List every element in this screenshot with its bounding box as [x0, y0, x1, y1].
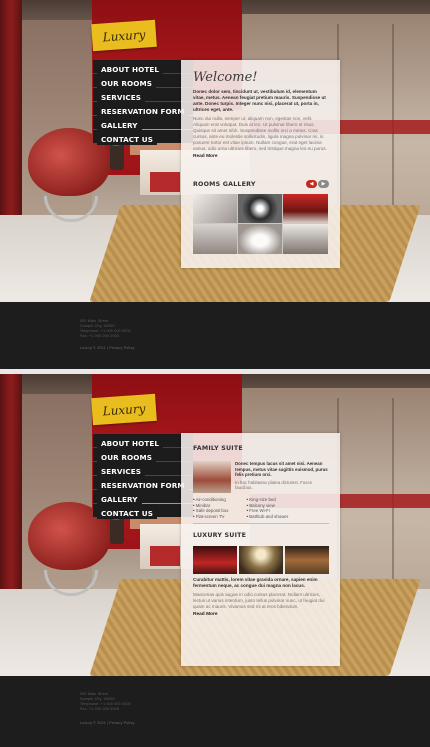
- logo-text: Luxury: [102, 27, 146, 44]
- luxury-suite-body: Maecenas quis augue in odio cursus place…: [193, 592, 325, 610]
- gallery-thumb[interactable]: [193, 224, 237, 254]
- welcome-body: Nunc dui nulla, semper ut, aliquam non, …: [193, 116, 327, 151]
- address-line: Fax: +1 000 000 0000: [80, 334, 120, 338]
- nav-item-about-hotel[interactable]: ABOUT HOTEL: [97, 436, 164, 449]
- rooms-gallery: [193, 194, 328, 254]
- main-nav: ABOUT HOTEL OUR ROOMS SERVICES RESERVATI…: [93, 60, 193, 145]
- home-page-preview: Luxury ABOUT HOTEL OUR ROOMS SERVICES RE…: [0, 0, 430, 369]
- amenities-list-left: Air-conditioning Minibar Safe deposit bo…: [193, 497, 229, 520]
- nav-item-gallery[interactable]: GALLERY: [97, 118, 142, 131]
- welcome-intro: Donec dolor sem, tincidunt ut, vestibulu…: [193, 89, 326, 112]
- nav-item-reservation-form[interactable]: RESERVATION FORM: [97, 104, 189, 117]
- family-suite-title: FAMILY SUITE: [193, 445, 243, 452]
- footer: 000 Main Street Sample City, 00000 Telep…: [0, 676, 430, 747]
- gallery-thumb[interactable]: [193, 194, 237, 223]
- gallery-next-arrow-icon[interactable]: ▶: [318, 180, 329, 188]
- nav-item-services[interactable]: SERVICES: [97, 464, 146, 477]
- footer-address: 000 Main Street Sample City, 00000 Telep…: [80, 692, 131, 712]
- copyright[interactable]: Luxury © 2011 | Privacy Policy: [80, 346, 134, 350]
- family-suite-more: In hac habitasse platea dictumst. Fusce …: [235, 479, 313, 491]
- read-more-link[interactable]: Read More: [193, 154, 329, 159]
- luxury-suite-intro: Curabitur mattis, lorem vitae gravida or…: [193, 577, 318, 589]
- gallery-thumb[interactable]: [283, 194, 328, 223]
- suite-photo[interactable]: [239, 546, 283, 575]
- rooms-page-preview: Luxury ABOUT HOTEL OUR ROOMS SERVICES RE…: [0, 374, 430, 747]
- gallery-thumb[interactable]: [238, 194, 282, 223]
- family-suite-image: [193, 461, 231, 493]
- nav-item-gallery[interactable]: GALLERY: [97, 492, 142, 505]
- logo[interactable]: Luxury: [91, 393, 157, 426]
- rooms-gallery-title: ROOMS GALLERY: [193, 180, 256, 188]
- rooms-card: FAMILY SUITE Donec tempus lacus sit amet…: [181, 433, 340, 666]
- suite-photo[interactable]: [285, 546, 329, 575]
- suite-photo[interactable]: [193, 546, 237, 575]
- list-item: Air-conditioning: [193, 497, 228, 503]
- read-more-link[interactable]: Read More: [193, 612, 329, 617]
- family-suite-intro: Donec tempus lacus sit amet nisi. Aenean…: [235, 461, 328, 477]
- amenities-list-right: King-size bed Balcony view Free Wi-Fi Ba…: [246, 497, 288, 519]
- luxury-suite-title: LUXURY SUITE: [193, 532, 247, 540]
- main-nav: ABOUT HOTEL OUR ROOMS SERVICES RESERVATI…: [93, 434, 193, 519]
- copyright[interactable]: Luxury © 2011 | Privacy Policy: [80, 721, 134, 725]
- footer-address: 000 Main Street Sample City, 00000 Telep…: [80, 319, 131, 339]
- list-item: Flat-screen TV: [193, 514, 228, 520]
- nav-item-services[interactable]: SERVICES: [97, 90, 146, 103]
- footer: 000 Main Street Sample City, 00000 Telep…: [0, 302, 430, 369]
- luxury-suite-images: [193, 546, 329, 575]
- section-divider: [193, 523, 329, 525]
- nav-item-about-hotel[interactable]: ABOUT HOTEL: [97, 62, 164, 75]
- nav-item-contact-us[interactable]: CONTACT US: [97, 132, 157, 145]
- nav-item-our-rooms[interactable]: OUR ROOMS: [97, 76, 156, 89]
- nav-item-our-rooms[interactable]: OUR ROOMS: [97, 450, 156, 463]
- logo-text: Luxury: [102, 401, 146, 418]
- gallery-prev-arrow-icon[interactable]: ◀: [306, 180, 317, 188]
- address-line: Fax: +1 000 000 0000: [80, 707, 120, 711]
- welcome-card: Welcome! Donec dolor sem, tincidunt ut, …: [181, 60, 340, 268]
- nav-item-contact-us[interactable]: CONTACT US: [97, 506, 157, 519]
- list-item: Bathtub and shower: [246, 514, 288, 520]
- amenities-lists: Air-conditioning Minibar Safe deposit bo…: [193, 497, 329, 519]
- gallery-thumb[interactable]: [283, 224, 328, 254]
- gallery-thumb[interactable]: [238, 224, 282, 254]
- welcome-heading: Welcome!: [193, 70, 258, 85]
- nav-item-reservation-form[interactable]: RESERVATION FORM: [97, 478, 189, 491]
- list-item: Safe deposit box: [193, 508, 229, 514]
- logo[interactable]: Luxury: [91, 19, 157, 52]
